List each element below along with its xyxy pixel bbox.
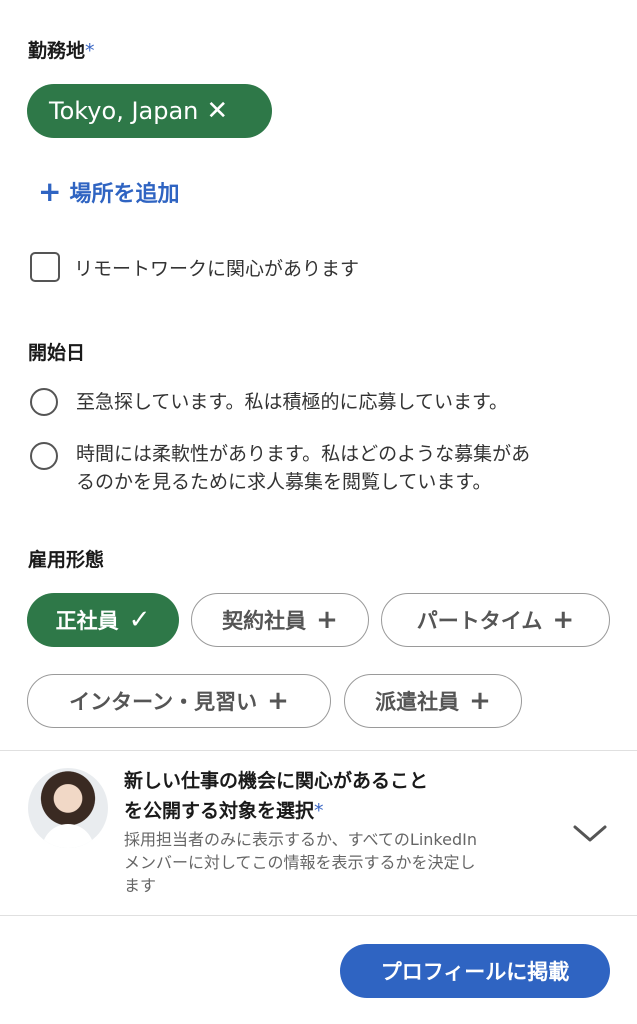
visibility-desc-line1: 採用担当者のみに表示するか、すべてのLinkedIn bbox=[124, 830, 477, 849]
location-label: 勤務地* bbox=[28, 36, 95, 63]
chip-parttime-label: パートタイム bbox=[416, 609, 543, 633]
chevron-down-icon[interactable] bbox=[572, 823, 608, 845]
chip-temp-label: 派遣社員 bbox=[375, 690, 460, 714]
visibility-title-line1: 新しい仕事の機会に関心があること bbox=[124, 770, 429, 792]
employment-chip-temp[interactable]: 派遣社員 + bbox=[344, 674, 522, 728]
start-date-option-urgent-text: 至急探しています。私は積極的に応募しています。 bbox=[76, 388, 616, 416]
start-date-label-text: 開始日 bbox=[28, 342, 86, 364]
start-date-option-flexible-text: 時間には柔軟性があります。私はどのような募集があ るのかを見るために求人募集を閲… bbox=[76, 440, 616, 496]
check-icon: ✓ bbox=[128, 605, 151, 635]
option-flexible-line1: 時間には柔軟性があります。私はどのような募集があ bbox=[76, 443, 531, 465]
required-mark: * bbox=[314, 800, 324, 822]
close-icon[interactable]: ✕ bbox=[206, 98, 228, 124]
required-mark: * bbox=[85, 40, 95, 62]
divider bbox=[0, 750, 637, 751]
start-date-label: 開始日 bbox=[28, 338, 85, 365]
visibility-desc-line2: メンバーに対してこの情報を表示するかを決定し bbox=[124, 853, 476, 872]
remote-work-checkbox-row[interactable]: リモートワークに関心があります bbox=[30, 252, 359, 282]
option-flexible-line2: るのかを見るために求人募集を閲覧しています。 bbox=[76, 471, 492, 493]
visibility-title[interactable]: 新しい仕事の機会に関心があること を公開する対象を選択* bbox=[124, 766, 504, 826]
remote-work-label: リモートワークに関心があります bbox=[74, 257, 360, 280]
plus-icon: + bbox=[316, 605, 338, 635]
chip-contract-label: 契約社員 bbox=[222, 609, 307, 633]
chip-fulltime-label: 正社員 bbox=[55, 609, 119, 633]
location-chip-tokyo[interactable]: Tokyo, Japan ✕ bbox=[27, 84, 272, 138]
employment-chip-contract[interactable]: 契約社員 + bbox=[191, 593, 369, 647]
employment-type-label: 雇用形態 bbox=[28, 545, 104, 572]
divider bbox=[0, 915, 637, 916]
employment-chip-parttime[interactable]: パートタイム + bbox=[381, 593, 610, 647]
radio-flexible[interactable] bbox=[30, 442, 58, 470]
plus-icon: + bbox=[469, 686, 491, 716]
employment-chip-fulltime[interactable]: 正社員 ✓ bbox=[27, 593, 179, 647]
employment-type-label-text: 雇用形態 bbox=[28, 549, 105, 571]
add-location-label: 場所を追加 bbox=[69, 182, 180, 207]
visibility-title-line2: を公開する対象を選択 bbox=[124, 800, 315, 822]
post-to-profile-button[interactable]: プロフィールに掲載 bbox=[340, 944, 610, 998]
plus-icon: + bbox=[552, 605, 575, 635]
visibility-description: 採用担当者のみに表示するか、すべてのLinkedIn メンバーに対してこの情報を… bbox=[124, 828, 554, 897]
location-chip-label: Tokyo, Japan bbox=[49, 97, 199, 125]
chip-intern-label: インターン・見習い bbox=[69, 690, 258, 714]
add-location-button[interactable]: + 場所を追加 bbox=[38, 176, 179, 208]
start-date-option-flexible[interactable]: 時間には柔軟性があります。私はどのような募集があ るのかを見るために求人募集を閲… bbox=[30, 440, 616, 496]
visibility-desc-line3: ます bbox=[124, 876, 157, 895]
plus-icon: + bbox=[38, 175, 62, 208]
remote-work-checkbox[interactable] bbox=[30, 252, 60, 282]
open-to-work-form: 勤務地* Tokyo, Japan ✕ + 場所を追加 リモートワークに関心があ… bbox=[0, 0, 637, 1024]
location-label-text: 勤務地 bbox=[28, 40, 86, 62]
plus-icon: + bbox=[267, 686, 289, 716]
option-urgent-line1: 至急探しています。私は積極的に応募しています。 bbox=[76, 391, 509, 413]
start-date-option-urgent[interactable]: 至急探しています。私は積極的に応募しています。 bbox=[30, 388, 616, 416]
employment-chip-intern[interactable]: インターン・見習い + bbox=[27, 674, 331, 728]
radio-urgent[interactable] bbox=[30, 388, 58, 416]
avatar bbox=[28, 768, 108, 848]
